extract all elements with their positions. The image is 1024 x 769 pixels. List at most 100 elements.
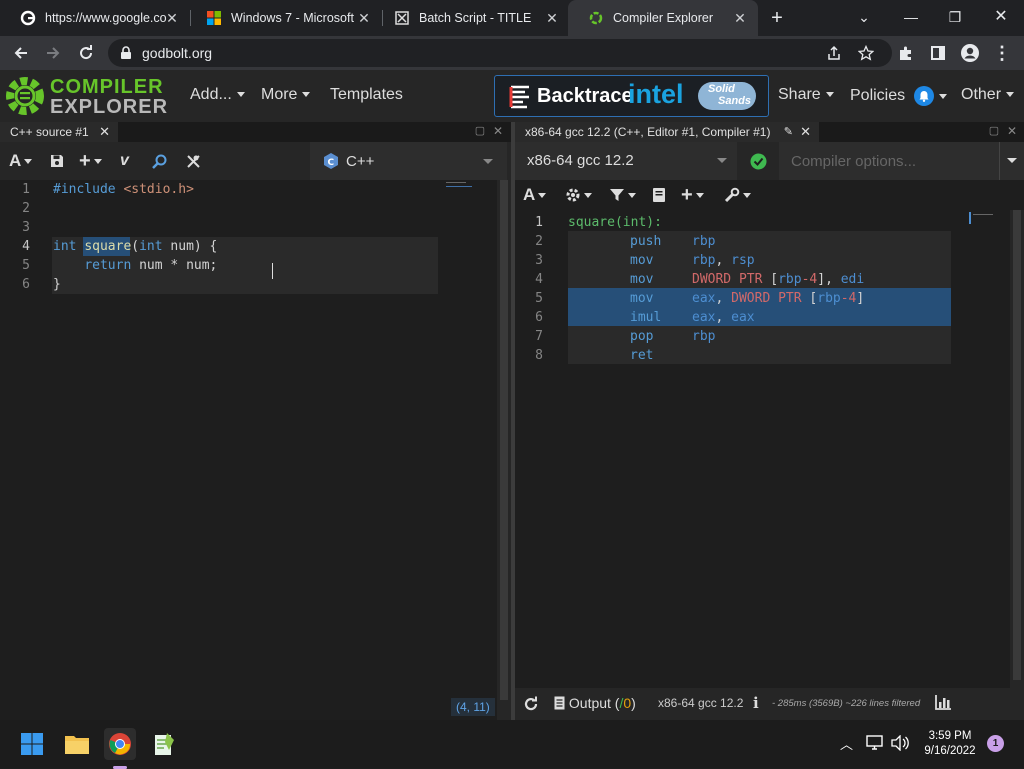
compiler-explorer-logo[interactable]: COMPILER EXPLORER [2,73,167,119]
vim-mode-icon[interactable]: v [120,151,129,171]
output-settings-button[interactable] [565,185,592,205]
line-number: 4 [22,239,30,254]
browser-menu-kebab-icon[interactable]: ⋮ [990,41,1014,65]
source-code-area[interactable]: 1 2 3 4 5 6 #include <stdio.h> int squar… [0,180,438,300]
chrome-app[interactable] [104,728,136,769]
add-tool-button[interactable]: + [681,184,704,206]
gear-icon [566,188,580,202]
notepad-plus-app[interactable] [148,728,180,760]
show-hidden-icons-chevron-icon[interactable]: ︿ [840,734,853,753]
lock-icon [121,46,131,59]
compile-success-check-icon[interactable] [750,153,767,170]
extensions-button[interactable] [894,41,918,65]
quick-bench-button[interactable] [185,151,202,171]
compiler-selector-row: x86-64 gcc 12.2 Compiler options... [515,142,1024,180]
forward-button[interactable] [41,41,65,65]
tools-button[interactable] [724,185,751,205]
close-window-button[interactable]: ✕ [987,4,1015,30]
close-tab-icon[interactable]: ✕ [356,10,372,26]
browser-tab-compiler-explorer[interactable]: Compiler Explorer ✕ [568,0,758,36]
more-menu[interactable]: More [261,86,311,104]
share-menu[interactable]: Share [778,86,834,104]
output-button[interactable]: Output (/0) [554,695,636,711]
notification-badge[interactable]: 1 [987,735,1004,752]
asm-operand: -4 [801,272,818,287]
filter-button[interactable] [609,185,636,205]
compiler-toolbar: A + [515,180,1024,210]
close-tab-icon[interactable]: ✕ [544,10,560,26]
language-selector[interactable]: C C++ [310,142,507,180]
sponsor-banner[interactable]: Backtrace intel Solid Sands [494,75,769,117]
close-pane-icon[interactable]: ✕ [99,122,110,142]
maximize-pane-icon[interactable]: ▢ [987,124,1001,138]
minimize-button[interactable]: — [897,4,925,30]
other-menu[interactable]: Other [961,86,1015,104]
code-token: return [84,258,132,273]
options-dropdown-icon[interactable] [1007,158,1017,163]
asm-operand: rsp [731,253,755,268]
recompile-refresh-icon[interactable] [523,696,539,712]
editor-scrollbar[interactable] [497,180,511,720]
output-scrollbar[interactable] [1010,210,1024,688]
address-bar[interactable]: godbolt.org [108,39,892,67]
policies-menu[interactable]: Policies [850,86,947,106]
asm-line: push rbp [630,232,715,251]
compiler-options-input[interactable]: Compiler options... [779,142,1024,180]
browser-tab-windows7[interactable]: Windows 7 - Microsoft ✕ [186,0,382,36]
volume-speaker-icon[interactable] [891,735,909,751]
profile-button[interactable] [958,41,982,65]
output-font-size-button[interactable]: A [523,185,547,205]
bookmark-star-icon[interactable] [858,45,874,61]
asm-line-number: 5 [535,291,543,306]
add-new-button[interactable]: + [79,150,102,172]
side-panel-button[interactable] [926,41,950,65]
compiler-tab-title: x86-64 gcc 12.2 (C++, Editor #1, Compile… [525,125,771,139]
close-tab-icon[interactable]: ✕ [732,10,748,26]
browser-tab-google[interactable]: https://www.google.co ✕ [0,0,190,36]
system-clock[interactable]: 3:59 PM 9/16/2022 [917,729,983,759]
forward-arrow-icon [47,47,60,59]
assembly-output-area[interactable]: 1 square(int): 2 push rbp 3 mov rbp, rsp 4 mov DWO… [515,210,967,365]
other-menu-label: Other [961,86,1002,103]
tab-search-chevron-icon[interactable]: ⌄ [850,4,878,30]
options-placeholder: Compiler options... [791,153,917,170]
line-number: 3 [22,220,30,235]
language-label: C++ [346,153,375,170]
compiler-tab[interactable]: x86-64 gcc 12.2 (C++, Editor #1, Compile… [515,122,819,142]
new-tab-button[interactable]: + [766,7,788,29]
back-button[interactable] [9,41,33,65]
restore-button[interactable]: ❐ [941,4,969,30]
editor-minimap[interactable] [444,180,496,190]
close-tab-icon[interactable]: ✕ [164,10,180,26]
save-button[interactable] [50,151,64,171]
editor-tab[interactable]: C++ source #1 ✕ [0,122,118,142]
add-menu[interactable]: Add... [190,86,245,104]
close-pane-icon[interactable]: ✕ [1005,124,1019,138]
ce-navbar: COMPILER EXPLORER Add... More Templates … [0,70,1024,122]
reload-button[interactable] [74,41,98,65]
asm-operand: edi [840,272,865,287]
compiler-name: x86-64 gcc 12.2 [527,152,634,169]
maximize-pane-icon[interactable]: ▢ [473,124,487,138]
browser-tab-batch-script[interactable]: Batch Script - TITLE ✕ [374,0,570,36]
cppinsights-button[interactable] [151,151,168,171]
share-page-icon[interactable] [826,45,842,61]
solid-sponsor-text: Solid [708,83,735,95]
edit-pencil-icon[interactable]: ✎ [784,122,793,142]
close-pane-icon[interactable]: ✕ [491,124,505,138]
asm-operand: eax [692,291,716,306]
bar-chart-icon[interactable] [935,695,951,710]
clock-date: 9/16/2022 [924,745,976,757]
compiler-picker[interactable]: x86-64 gcc 12.2 [515,142,737,180]
close-pane-icon[interactable]: ✕ [800,122,811,142]
libraries-button[interactable] [652,185,666,205]
info-icon[interactable]: i [753,694,759,712]
start-button[interactable] [16,728,48,760]
templates-link[interactable]: Templates [330,86,403,104]
quick-bench-icon [187,154,200,168]
book-icon [653,188,665,202]
file-explorer-app[interactable] [61,728,93,760]
font-size-button[interactable]: A [9,151,33,171]
reload-icon [80,45,93,60]
network-monitor-icon[interactable] [866,735,884,751]
